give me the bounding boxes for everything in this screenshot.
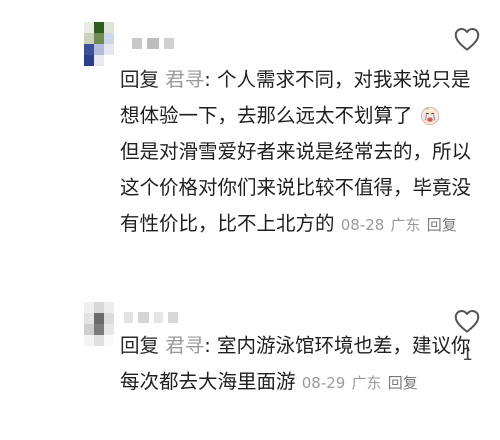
text-line: 但是对滑雪爱好者来说是经常去的，所以 — [120, 140, 472, 163]
text-line: 每次都去大海里面游 — [120, 370, 296, 393]
avatar[interactable] — [84, 22, 114, 68]
crying-face-emoji-icon — [420, 106, 439, 125]
text-line: 个人需求不同，对我来说只是 — [217, 68, 471, 91]
username-link[interactable]: 君寻 — [165, 68, 204, 91]
separator: : — [204, 68, 218, 91]
username-blurred[interactable] — [124, 312, 178, 323]
username-link[interactable]: 君寻 — [165, 334, 204, 357]
comment-location: 广东 — [351, 374, 382, 392]
reply-button[interactable]: 回复 — [388, 374, 418, 392]
text-line: 室内游泳馆环境也差，建议你 — [217, 334, 471, 357]
comment-date: 08-29 — [301, 374, 346, 392]
heart-icon[interactable] — [452, 306, 482, 336]
comment-date: 08-28 — [340, 216, 385, 234]
comment-location: 广东 — [390, 216, 421, 234]
username-blurred[interactable] — [132, 38, 174, 49]
comment-item: 回复 君寻: 个人需求不同，对我来说只是 想体验一下，去那么远太不划算了 但是对… — [0, 0, 500, 290]
avatar[interactable] — [84, 302, 114, 348]
comment-text: 回复 君寻: 个人需求不同，对我来说只是 想体验一下，去那么远太不划算了 但是对… — [120, 62, 472, 243]
reply-label: 回复 — [120, 68, 160, 91]
text-line: 想体验一下，去那么远太不划算了 — [120, 104, 413, 127]
heart-icon[interactable] — [452, 24, 482, 54]
reply-button[interactable]: 回复 — [427, 216, 457, 234]
reply-label: 回复 — [120, 334, 160, 357]
separator: : — [204, 334, 218, 357]
text-line: 这个价格对你们来说比较不值得，毕竟没 — [120, 176, 472, 199]
comment-item: 1 回复 君寻: 室内游泳馆环境也差，建议你 每次都去大海里面游 08-29 广… — [0, 290, 500, 440]
text-line: 有性价比，比不上北方的 — [120, 212, 335, 235]
comment-text: 回复 君寻: 室内游泳馆环境也差，建议你 每次都去大海里面游 08-29 广东 … — [120, 328, 471, 401]
